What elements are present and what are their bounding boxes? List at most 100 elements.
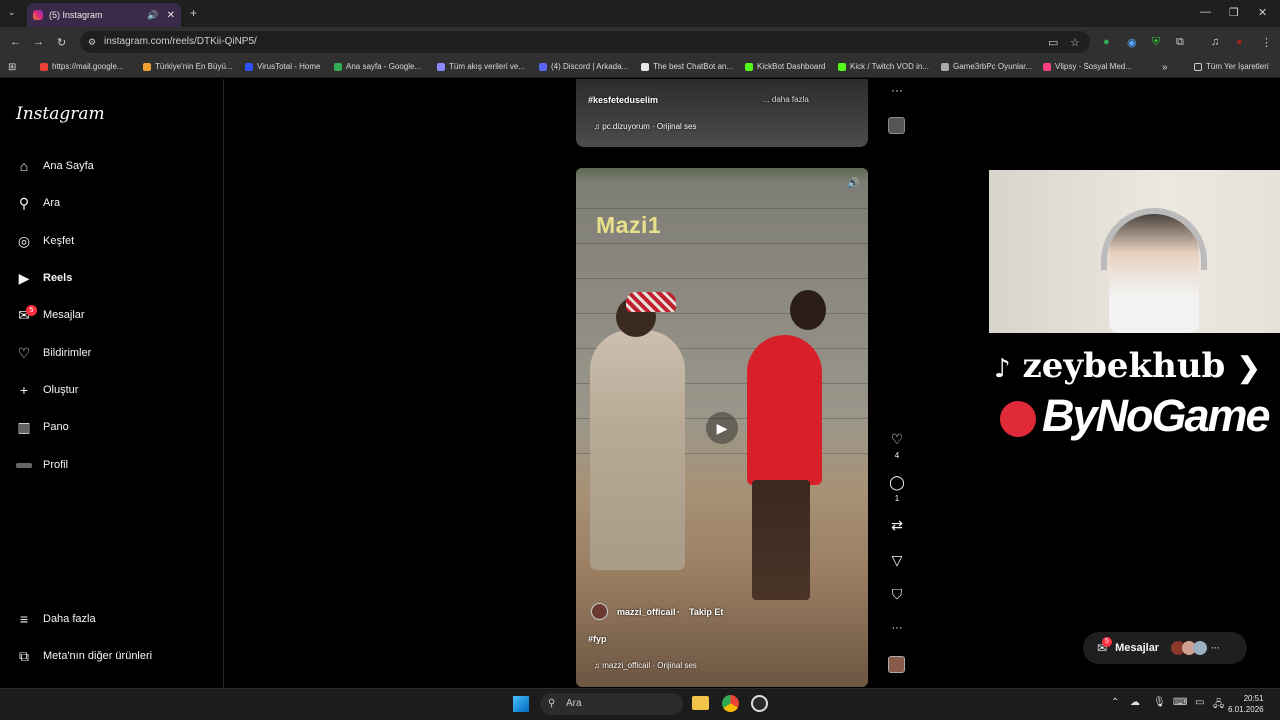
microphone-icon[interactable]: 🎙 xyxy=(1153,697,1166,708)
sidebar-item-label: Bildirimler xyxy=(43,347,92,359)
tab-search-icon[interactable]: ⌄ xyxy=(8,7,16,18)
sidebar-item-search[interactable]: ⚲ Ara xyxy=(16,195,60,211)
display-icon[interactable]: ▭ xyxy=(1195,697,1204,708)
more-options-button[interactable]: ··· xyxy=(888,622,906,634)
person-left-hat xyxy=(626,292,676,312)
bookmark-item[interactable]: Game3rbPc Oyunlar... xyxy=(941,62,1032,71)
obs-icon[interactable] xyxy=(751,695,768,712)
sidebar-item-label: Daha fazla xyxy=(43,613,96,625)
new-tab-button[interactable]: + xyxy=(190,6,197,20)
sidebar-item-more[interactable]: ≡ Daha fazla xyxy=(16,611,96,627)
site-info-icon[interactable]: ⚙ xyxy=(88,31,96,53)
apps-grid-icon[interactable]: ⊞ xyxy=(8,62,16,73)
creator-username[interactable]: mazzi_officail xyxy=(617,607,676,617)
maximize-button[interactable]: ❐ xyxy=(1229,6,1239,19)
network-icon[interactable]: 🖧 xyxy=(1213,697,1224,714)
sidebar-item-reels[interactable]: ▶ Reels xyxy=(16,270,73,286)
sidebar-item-home[interactable]: ⌂ Ana Sayfa xyxy=(16,158,94,174)
extension-icon[interactable]: ◉ xyxy=(1127,36,1137,49)
like-button[interactable]: ♡ 4 xyxy=(888,431,906,460)
mute-icon[interactable]: 🔊 xyxy=(847,178,859,189)
sidebar-item-create[interactable]: + Oluştur xyxy=(16,382,79,398)
reel-audio[interactable]: ♫ mazzi_officail · Orijinal ses xyxy=(594,661,697,670)
sidebar-item-meta[interactable]: ⧉ Meta'nın diğer ürünleri xyxy=(16,648,152,664)
forward-button[interactable]: → xyxy=(33,36,44,48)
person-left xyxy=(590,330,685,570)
messages-badge: 5 xyxy=(26,305,37,316)
onedrive-icon[interactable]: ☁ xyxy=(1130,697,1140,708)
send-icon: ▽ xyxy=(891,552,903,568)
bookmark-item[interactable]: VirusTotal - Home xyxy=(245,62,320,71)
bynogame-logo-icon xyxy=(1000,401,1036,438)
more-options-icon[interactable]: ··· xyxy=(888,83,906,97)
more-bookmarks-chevron-icon[interactable]: » xyxy=(1162,62,1168,73)
share-button[interactable]: ▽ xyxy=(888,552,906,569)
url-text: instagram.com/reels/DTKii-QiNP5/ xyxy=(104,36,257,47)
sidebar-item-label: Keşfet xyxy=(43,235,75,247)
start-button[interactable] xyxy=(513,696,529,712)
creator-avatar[interactable] xyxy=(591,603,608,620)
bookmark-item[interactable]: The best ChatBot an... xyxy=(641,62,733,71)
sidebar-item-dashboard[interactable]: ▥ Pano xyxy=(16,419,68,435)
chrome-icon[interactable] xyxy=(722,695,739,712)
previous-reel-caption: #kesfeteduselim xyxy=(588,95,659,105)
taskbar-clock[interactable]: 20:51 6.01.2026 xyxy=(1228,693,1264,715)
extension-icon[interactable]: ⛨ xyxy=(1152,36,1160,49)
previous-reel-audio[interactable]: ♫ pc.dizuyorum · Orijinal ses xyxy=(594,122,696,131)
file-explorer-icon[interactable] xyxy=(692,696,709,710)
sidebar-item-label: Ana Sayfa xyxy=(43,160,94,172)
tab-close-icon[interactable]: ✕ xyxy=(167,10,175,21)
bookmark-item[interactable]: Vlipsy - Sosyal Med... xyxy=(1043,62,1132,71)
meta-apps-icon: ⧉ xyxy=(19,647,29,664)
all-bookmarks-folder[interactable]: Tüm Yer İşaretleri xyxy=(1194,62,1269,71)
extensions-puzzle-icon[interactable]: ⧉ xyxy=(1176,36,1184,49)
sidebar-item-notifications[interactable]: ♡ Bildirimler xyxy=(16,345,92,361)
sidebar-item-label: Reels xyxy=(43,272,73,284)
profile-avatar-icon[interactable]: ● xyxy=(1236,36,1243,48)
bookmark-star-icon[interactable]: ☆ xyxy=(1070,36,1080,49)
bookmark-item[interactable]: Kick / Twitch VOD in... xyxy=(838,62,929,71)
tray-chevron-icon[interactable]: ⌃ xyxy=(1111,697,1119,708)
install-app-icon[interactable]: ▭ xyxy=(1048,36,1058,49)
previous-reel-card[interactable] xyxy=(576,79,868,147)
reload-button[interactable]: ↻ xyxy=(57,36,66,49)
sponsor-logo: ByNoGame xyxy=(1000,390,1271,442)
clock-time: 20:51 xyxy=(1243,694,1264,703)
more-dots-icon: ··· xyxy=(1211,643,1221,653)
play-button[interactable]: ▶ xyxy=(706,412,738,444)
keyboard-icon[interactable]: ⌨ xyxy=(1173,697,1187,708)
audio-thumbnail[interactable] xyxy=(888,117,905,134)
save-button[interactable]: ⛉ xyxy=(888,586,906,603)
minimize-button[interactable]: — xyxy=(1200,6,1211,18)
instagram-logo[interactable]: Instagram xyxy=(16,104,105,124)
bookmark-item[interactable]: KickBot Dashboard xyxy=(745,62,825,71)
person-right-legs xyxy=(752,480,810,600)
follow-button[interactable]: Takip Et xyxy=(689,607,723,617)
bookmark-item[interactable]: Ana sayfa - Google... xyxy=(334,62,421,71)
recent-contacts-avatars xyxy=(1171,641,1208,655)
reel-overlay-title: Mazi1 xyxy=(596,212,662,238)
bookmark-item[interactable]: https://mail.google... xyxy=(40,62,124,71)
back-button[interactable]: ← xyxy=(10,36,21,48)
bookmark-item[interactable]: (4) Discord | Arkada... xyxy=(539,62,628,71)
avatar xyxy=(16,457,32,473)
tab-audio-icon[interactable]: 🔊 xyxy=(147,10,158,21)
sidebar-item-profile[interactable]: Profil xyxy=(16,457,68,473)
menu-kebab-icon[interactable]: ⋮ xyxy=(1261,36,1272,49)
browser-tab[interactable]: (5) Instagram 🔊 ✕ xyxy=(27,3,181,27)
instagram-favicon-icon xyxy=(33,10,43,20)
audio-thumbnail[interactable] xyxy=(888,656,905,673)
messages-pill-badge: 5 xyxy=(1102,637,1112,647)
comment-button[interactable]: ◯ 1 xyxy=(888,474,906,503)
repost-button[interactable]: ⇄ xyxy=(888,517,906,534)
previous-reel-more-link[interactable]: ... daha fazla xyxy=(763,95,809,104)
bookmark-item[interactable]: Türkiye'nin En Büyü... xyxy=(143,62,233,71)
sidebar-item-explore[interactable]: ◎ Keşfet xyxy=(16,233,74,249)
more-options-icon: ··· xyxy=(891,622,903,634)
close-window-button[interactable]: ✕ xyxy=(1258,6,1267,19)
extension-icon[interactable]: ● xyxy=(1103,36,1110,48)
address-bar[interactable]: ⚙ instagram.com/reels/DTKii-QiNP5/ xyxy=(80,31,1090,53)
taskbar-search[interactable]: ⚲ Ara xyxy=(540,693,683,715)
bookmark-item[interactable]: Tüm akış verileri ve... xyxy=(437,62,525,71)
media-control-icon[interactable]: ♫ xyxy=(1211,36,1219,48)
